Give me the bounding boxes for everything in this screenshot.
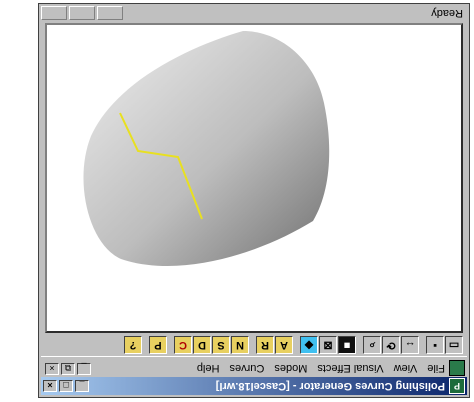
open-folder-icon[interactable]: ▭ (445, 336, 463, 355)
rotate-icon[interactable]: ⟳ (382, 336, 400, 355)
status-pane-1 (97, 6, 123, 20)
status-pane-2 (69, 6, 95, 20)
status-pane-3 (41, 6, 67, 20)
button-d[interactable]: D (193, 336, 211, 355)
menu-file[interactable]: File (427, 362, 445, 374)
zoom-icon[interactable]: ⌕ (363, 336, 381, 355)
mdi-restore-button[interactable]: ⧉ (61, 363, 75, 375)
mdi-controls: _ ⧉ × (43, 363, 91, 375)
3d-viewport[interactable] (45, 23, 463, 333)
status-text: Ready (431, 7, 463, 19)
shell-surface (83, 31, 330, 267)
window-title: Polishing Curves Generator - [Cascel18.w… (215, 380, 445, 392)
maximize-button[interactable]: □ (59, 380, 73, 392)
mdi-minimize-button[interactable]: _ (77, 363, 91, 375)
button-r[interactable]: R (256, 336, 274, 355)
app-icon[interactable]: P (449, 378, 465, 394)
document-icon[interactable] (449, 360, 465, 376)
button-p[interactable]: P (149, 336, 167, 355)
help-button[interactable]: ? (124, 336, 142, 355)
menu-help[interactable]: Help (197, 362, 220, 374)
minimize-button[interactable]: _ (75, 380, 89, 392)
app-window: P Polishing Curves Generator - [Cascel18… (0, 0, 474, 402)
title-bar[interactable]: P Polishing Curves Generator - [Cascel18… (41, 377, 467, 395)
status-bar: Ready (41, 5, 467, 21)
button-n[interactable]: N (231, 336, 249, 355)
mdi-close-button[interactable]: × (45, 363, 59, 375)
menu-view[interactable]: View (394, 362, 418, 374)
shaded-view-icon[interactable]: ◆ (300, 336, 318, 355)
window-frame: P Polishing Curves Generator - [Cascel18… (38, 3, 470, 398)
button-s[interactable]: S (212, 336, 230, 355)
shell-render (83, 31, 330, 267)
wireframe-view-icon[interactable]: ⊠ (319, 336, 337, 355)
menu-curves[interactable]: Curves (229, 362, 264, 374)
menu-visual-effects[interactable]: Visual Effects (317, 362, 383, 374)
button-c[interactable]: C (174, 336, 192, 355)
button-a[interactable]: A (275, 336, 293, 355)
solid-view-icon[interactable]: ■ (338, 336, 356, 355)
move-arrows-icon[interactable]: ↔ (401, 336, 419, 355)
toolbar: ▭ ▪ ↔ ⟳ ⌕ ■ ⊠ ◆ A R N S D C P ? (41, 335, 467, 357)
menu-modes[interactable]: Modes (274, 362, 307, 374)
save-disk-icon[interactable]: ▪ (426, 336, 444, 355)
menu-bar: File View Visual Effects Modes Curves He… (41, 359, 467, 377)
close-button[interactable]: × (43, 380, 57, 392)
